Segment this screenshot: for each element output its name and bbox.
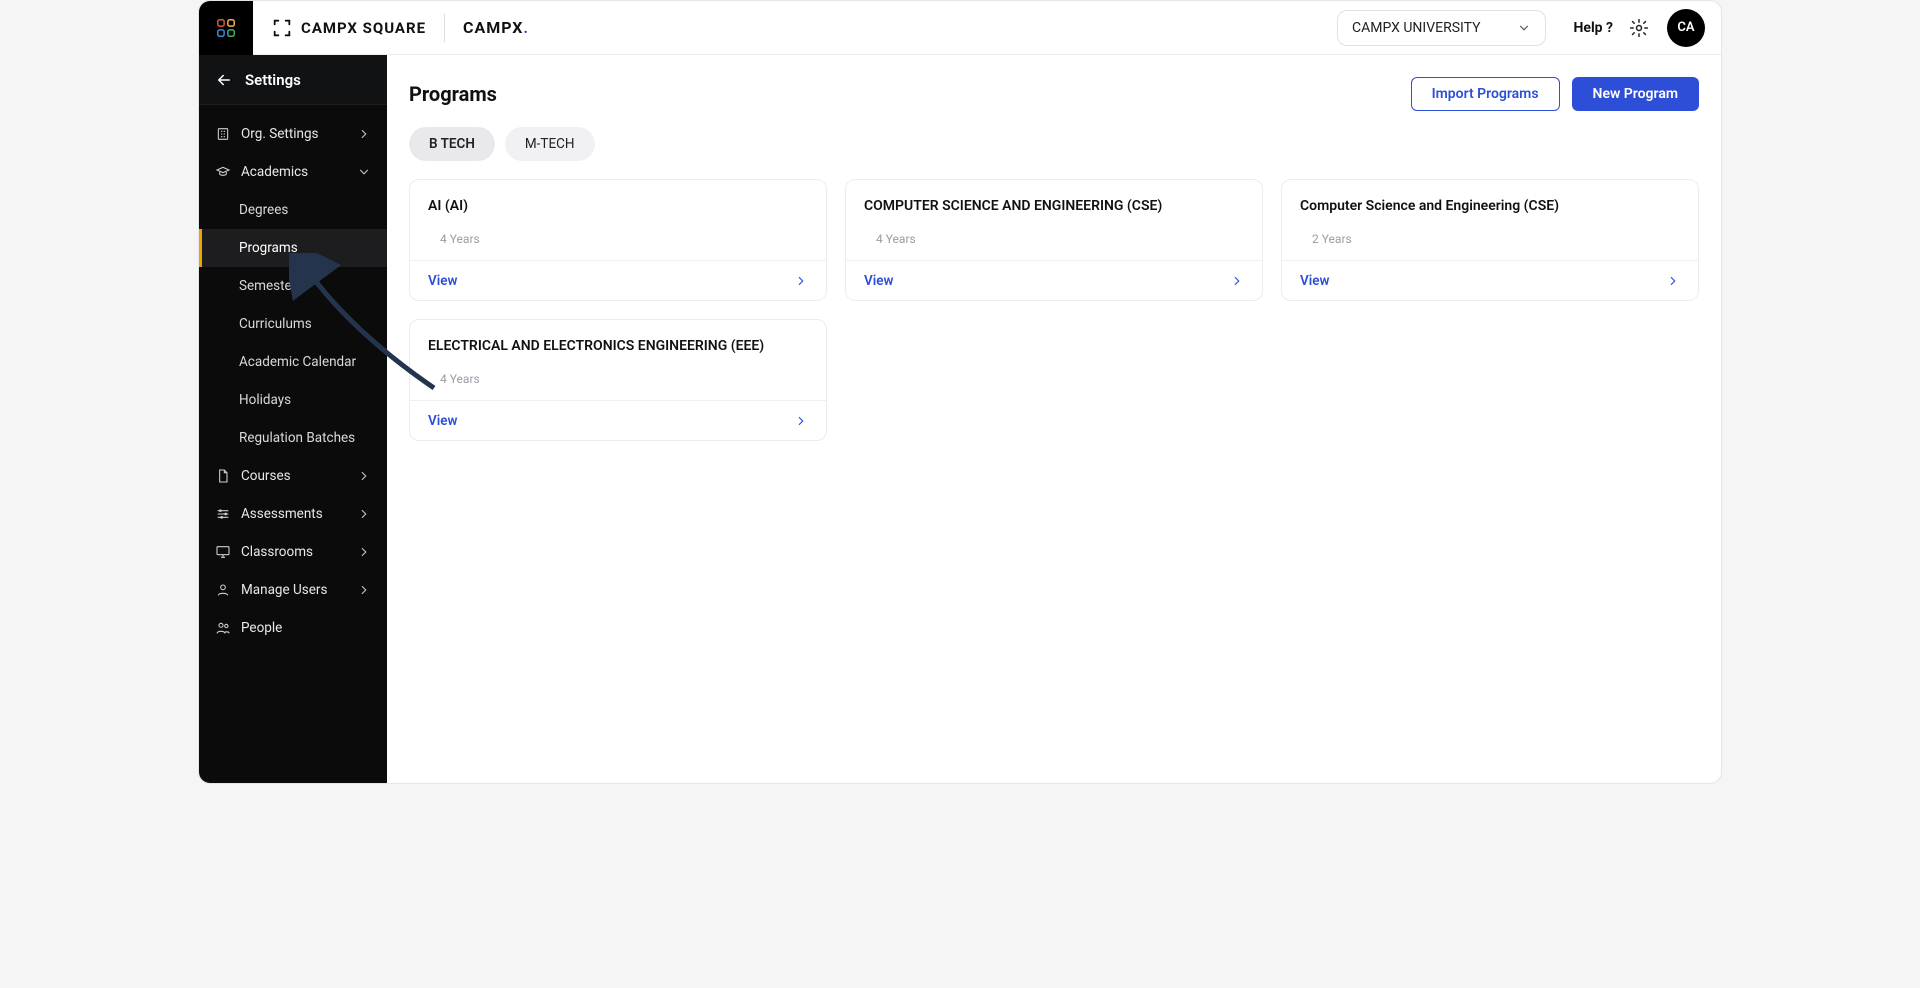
sidebar-title: Settings	[245, 71, 301, 89]
tab-m-tech[interactable]: M-TECH	[505, 127, 595, 161]
program-card: ELECTRICAL AND ELECTRONICS ENGINEERING (…	[409, 319, 827, 441]
sidebar-subitem-curriculums[interactable]: Curriculums	[199, 305, 387, 343]
tab-b-tech[interactable]: B TECH	[409, 127, 495, 161]
user-icon	[215, 582, 231, 598]
sidebar: Settings Org. Settings Academics Degrees…	[199, 55, 387, 783]
view-label: View	[1300, 273, 1330, 289]
sidebar-subitem-label: Academic Calendar	[239, 354, 356, 370]
sidebar-item-courses[interactable]: Courses	[199, 457, 387, 495]
program-card-title: Computer Science and Engineering (CSE)	[1300, 198, 1680, 214]
sidebar-subitem-label: Regulation Batches	[239, 430, 355, 446]
chevron-right-icon	[357, 545, 371, 559]
sidebar-item-people[interactable]: People	[199, 609, 387, 647]
avatar[interactable]: CA	[1667, 9, 1705, 47]
program-card-duration: 4 Years	[428, 372, 808, 386]
program-card: Computer Science and Engineering (CSE) 2…	[1281, 179, 1699, 301]
sidebar-item-label: Classrooms	[241, 544, 313, 560]
gear-icon[interactable]	[1629, 18, 1649, 38]
sidebar-subitem-holidays[interactable]: Holidays	[199, 381, 387, 419]
sidebar-subitem-programs[interactable]: Programs	[199, 229, 387, 267]
people-icon	[215, 620, 231, 636]
org-select[interactable]: CAMPX UNIVERSITY	[1337, 10, 1546, 46]
import-programs-button[interactable]: Import Programs	[1411, 77, 1560, 111]
program-card-view[interactable]: View	[410, 400, 826, 440]
sidebar-subitem-label: Programs	[239, 240, 298, 256]
sidebar-subitem-label: Degrees	[239, 202, 288, 218]
view-label: View	[428, 273, 458, 289]
chevron-right-icon	[357, 469, 371, 483]
program-card-title: AI (AI)	[428, 198, 808, 214]
program-card-duration: 4 Years	[428, 232, 808, 246]
chevron-right-icon	[794, 274, 808, 288]
chevron-right-icon	[1230, 274, 1244, 288]
program-card: AI (AI) 4 Years View	[409, 179, 827, 301]
sidebar-subitem-label: Holidays	[239, 392, 291, 408]
sidebar-subitem-academic-calendar[interactable]: Academic Calendar	[199, 343, 387, 381]
help-link[interactable]: Help ?	[1574, 20, 1613, 36]
view-label: View	[864, 273, 894, 289]
sliders-icon	[215, 506, 231, 522]
sidebar-subitem-label: Semesters	[239, 278, 303, 294]
sidebar-subitem-degrees[interactable]: Degrees	[199, 191, 387, 229]
sidebar-item-label: Org. Settings	[241, 126, 319, 142]
program-card-duration: 4 Years	[864, 232, 1244, 246]
chevron-right-icon	[1666, 274, 1680, 288]
app-launcher-icon[interactable]	[199, 1, 253, 55]
org-select-value: CAMPX UNIVERSITY	[1352, 20, 1481, 36]
topbar: CAMPX SQUARE CAMPX. CAMPX UNIVERSITY Hel…	[199, 1, 1721, 55]
chevron-right-icon	[357, 507, 371, 521]
main-content: Programs Import Programs New Program B T…	[387, 55, 1721, 783]
program-card-view[interactable]: View	[410, 260, 826, 300]
monitor-icon	[215, 544, 231, 560]
brand-area: CAMPX SQUARE CAMPX.	[253, 14, 529, 42]
chevron-right-icon	[357, 127, 371, 141]
graduation-icon	[215, 164, 231, 180]
sidebar-back[interactable]: Settings	[199, 55, 387, 105]
sidebar-item-label: People	[241, 620, 282, 636]
sidebar-item-label: Courses	[241, 468, 291, 484]
sidebar-subitem-label: Curriculums	[239, 316, 312, 332]
chevron-right-icon	[357, 583, 371, 597]
program-card-duration: 2 Years	[1300, 232, 1680, 246]
view-label: View	[428, 413, 458, 429]
sidebar-item-academics[interactable]: Academics	[199, 153, 387, 191]
sidebar-item-manage-users[interactable]: Manage Users	[199, 571, 387, 609]
chevron-down-icon	[357, 165, 371, 179]
chevron-right-icon	[794, 414, 808, 428]
sidebar-item-label: Manage Users	[241, 582, 327, 598]
sidebar-item-label: Academics	[241, 164, 308, 180]
new-program-button[interactable]: New Program	[1572, 77, 1699, 111]
document-icon	[215, 468, 231, 484]
grid-four-icon	[215, 17, 237, 39]
sidebar-subitem-regulation-batches[interactable]: Regulation Batches	[199, 419, 387, 457]
program-card: COMPUTER SCIENCE AND ENGINEERING (CSE) 4…	[845, 179, 1263, 301]
sidebar-subitem-semesters[interactable]: Semesters	[199, 267, 387, 305]
program-card-view[interactable]: View	[1282, 260, 1698, 300]
sidebar-item-assessments[interactable]: Assessments	[199, 495, 387, 533]
building-icon	[215, 126, 231, 142]
brand-right-text: CAMPX.	[463, 18, 529, 37]
arrow-left-icon	[215, 71, 233, 89]
brand-divider	[444, 14, 445, 42]
brand-left-text: CAMPX SQUARE	[301, 19, 426, 37]
sidebar-item-classrooms[interactable]: Classrooms	[199, 533, 387, 571]
program-card-title: COMPUTER SCIENCE AND ENGINEERING (CSE)	[864, 198, 1244, 214]
chevron-down-icon	[1517, 21, 1531, 35]
program-card-view[interactable]: View	[846, 260, 1262, 300]
page-title: Programs	[409, 82, 497, 106]
corners-icon	[271, 17, 293, 39]
program-card-title: ELECTRICAL AND ELECTRONICS ENGINEERING (…	[428, 338, 808, 354]
sidebar-item-label: Assessments	[241, 506, 323, 522]
sidebar-item-org-settings[interactable]: Org. Settings	[199, 115, 387, 153]
